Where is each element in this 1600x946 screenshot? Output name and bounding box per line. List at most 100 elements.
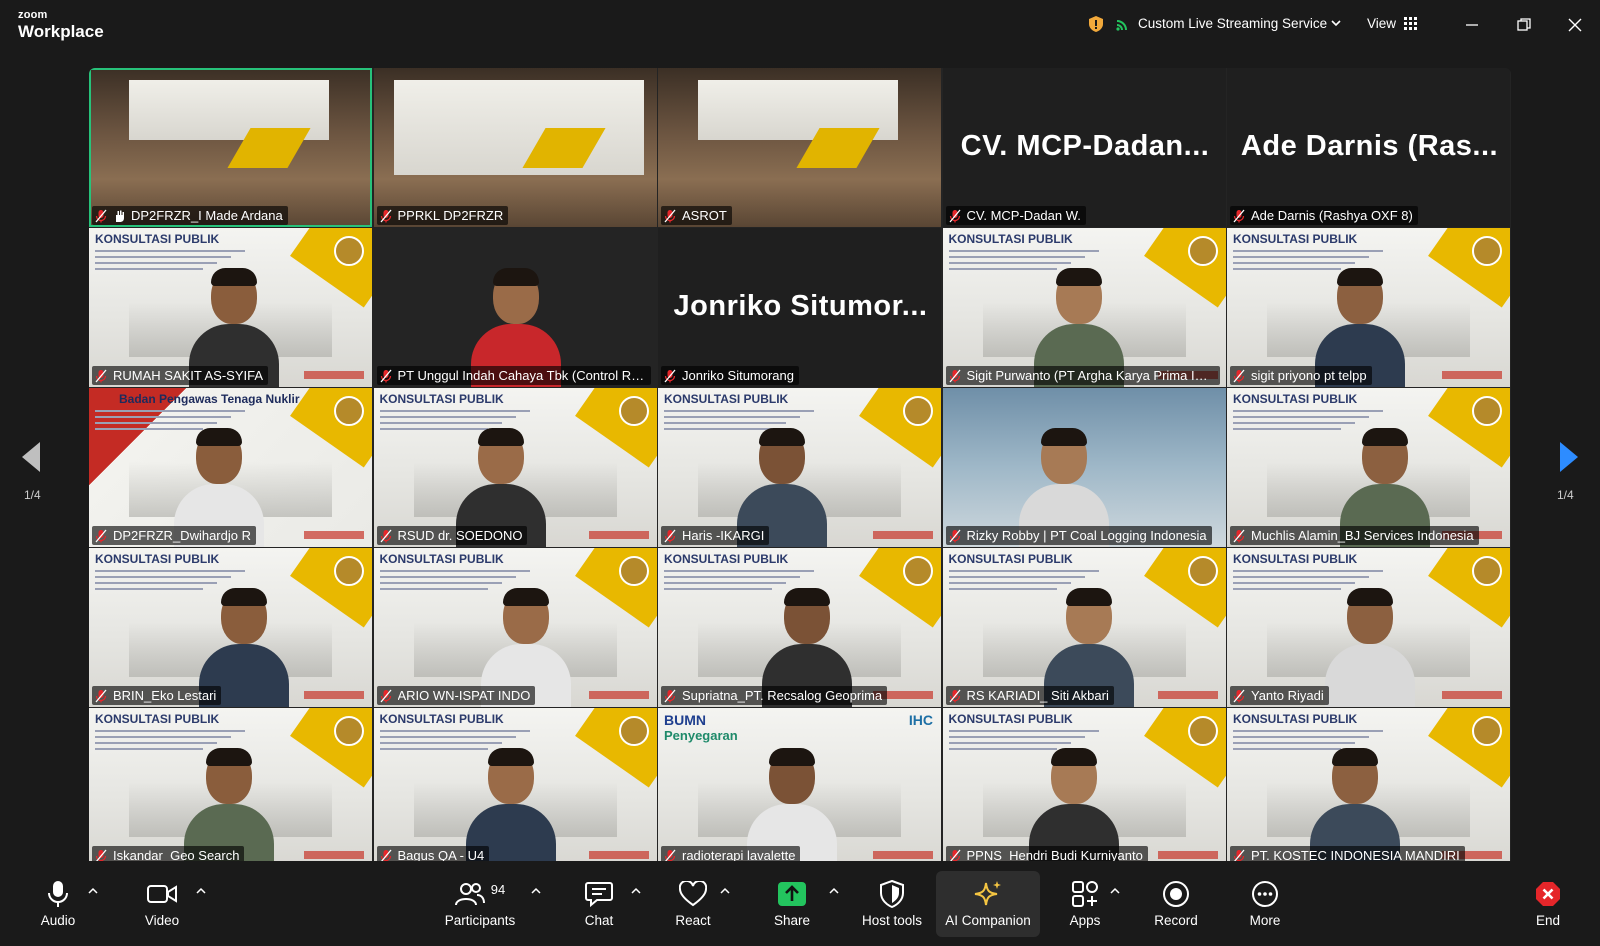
muted-microphone-icon (1233, 369, 1245, 382)
participant-tile[interactable]: KONSULTASI PUBLIK Supriatna_PT. Recsalog … (658, 548, 941, 707)
participant-tile[interactable]: KONSULTASI PUBLIK Yanto Riyadi (1227, 548, 1510, 707)
participant-name-tag: ARIO WN-ISPAT INDO (376, 686, 536, 705)
participant-tile[interactable]: KONSULTASI PUBLIK Haris -IKARGI (658, 388, 941, 547)
participant-tile[interactable]: Rizky Robby | PT Coal Logging Indonesia (942, 388, 1226, 547)
participant-tile[interactable]: KONSULTASI PUBLIK RS KARIADI_ Siti Akbari (942, 548, 1226, 707)
participant-tile[interactable]: KONSULTASI PUBLIK ARIO WN-ISPAT INDO (373, 548, 657, 707)
participant-tile[interactable]: Badan Pengawas Tenaga Nuklir DP2FRZR_Dwih… (89, 388, 372, 547)
logo-top: zoom (18, 9, 48, 21)
end-meeting-button[interactable]: End (1528, 861, 1568, 946)
emblem-icon (1187, 236, 1218, 266)
chevron-down-icon[interactable] (1331, 20, 1341, 27)
video-label: Video (144, 913, 180, 928)
participant-tile[interactable]: KONSULTASI PUBLIK PPNS_Hendri Budi Kurniy… (942, 708, 1226, 867)
slide-title: KONSULTASI PUBLIK (948, 232, 1073, 246)
slide-title: Badan Pengawas Tenaga Nuklir (119, 392, 300, 406)
ai-companion-button[interactable]: AI Companion (941, 861, 1035, 946)
slide-footer-logo (304, 371, 364, 379)
participant-name: RSUD dr. SOEDONO (397, 528, 523, 543)
meeting-toolbar: Audio Video 94 Participants Chat React S… (0, 861, 1600, 946)
slide-footer-logo (1157, 851, 1218, 859)
participant-name-tag: BRIN_Eko Lestari (92, 686, 222, 705)
live-stream-label[interactable]: Custom Live Streaming Service (1138, 16, 1327, 31)
slide-title: KONSULTASI PUBLIK (379, 712, 504, 726)
participant-tile[interactable]: KONSULTASI PUBLIK Muchlis Alamin_BJ Servi… (1227, 388, 1510, 547)
react-options-caret-icon[interactable] (720, 887, 730, 894)
share-options-caret-icon[interactable] (829, 887, 839, 894)
slide-text-line (379, 582, 502, 584)
minimize-button[interactable] (1460, 13, 1484, 37)
participant-tile[interactable]: BUMN Penyegaran IHC radioterapi lavalette (658, 708, 941, 867)
slide-footer-logo (304, 851, 364, 859)
audio-options-caret-icon[interactable] (88, 887, 98, 894)
participant-tile[interactable]: KONSULTASI PUBLIK sigit priyono pt telpp (1227, 228, 1510, 387)
previous-page-arrow-icon[interactable] (20, 440, 42, 474)
record-button[interactable]: Record (1151, 861, 1201, 946)
share-button[interactable]: Share (772, 861, 812, 946)
participant-name: Ade Darnis (Rashya OXF 8) (1251, 208, 1413, 223)
participants-options-caret-icon[interactable] (531, 887, 541, 894)
participants-button[interactable]: 94 Participants (440, 861, 520, 946)
video-button[interactable]: Video (140, 861, 184, 946)
slide-title: KONSULTASI PUBLIK (948, 712, 1073, 726)
emblem-icon (334, 396, 364, 426)
close-window-button[interactable] (1563, 13, 1587, 37)
apps-button[interactable]: Apps (1065, 861, 1105, 946)
slide-text-line (95, 570, 245, 572)
slide-text-line (95, 250, 245, 252)
participant-tile[interactable]: ASROT (658, 68, 941, 227)
audio-button[interactable]: Audio (38, 861, 78, 946)
apps-label: Apps (1069, 913, 1101, 928)
participant-tile[interactable]: Jonriko Situmor... Jonriko Situmorang (658, 228, 941, 387)
participant-name-tag: RSUD dr. SOEDONO (376, 526, 528, 545)
participant-tile[interactable]: PPRKL DP2FRZR (373, 68, 657, 227)
emblem-icon (618, 716, 649, 746)
view-button[interactable]: View (1367, 16, 1396, 31)
participant-tile[interactable]: KONSULTASI PUBLIK Sigit Purwanto (PT Argh… (942, 228, 1226, 387)
participant-name: ASROT (682, 208, 727, 223)
restore-button[interactable] (1512, 13, 1536, 37)
participant-tile[interactable]: KONSULTASI PUBLIK Bagus QA - U4 (373, 708, 657, 867)
participant-tile[interactable]: CV. MCP-Dadan... CV. MCP-Dadan W. (942, 68, 1226, 227)
participant-tile[interactable]: KONSULTASI PUBLIK RUMAH SAKIT AS-SYIFA (89, 228, 372, 387)
participant-tile[interactable]: KONSULTASI PUBLIK RSUD dr. SOEDONO (373, 388, 657, 547)
shield-icon[interactable] (1089, 16, 1103, 32)
participant-tile[interactable]: KONSULTASI PUBLIK BRIN_Eko Lestari (89, 548, 372, 707)
chat-icon (585, 882, 613, 907)
slide-title: KONSULTASI PUBLIK (1233, 232, 1358, 246)
slide-footer-logo (588, 851, 649, 859)
participant-tile[interactable]: KONSULTASI PUBLIK PT. KOSTEC INDONESIA MA… (1227, 708, 1510, 867)
chat-label: Chat (584, 913, 614, 928)
emblem-icon (334, 236, 364, 266)
slide-text-line (948, 588, 1057, 590)
more-button[interactable]: More (1245, 861, 1285, 946)
participant-name-tag: RS KARIADI_ Siti Akbari (945, 686, 1114, 705)
participant-tile[interactable]: DP2FRZR_I Made Ardana (89, 68, 372, 227)
participant-display-name: Jonriko Situmor... (673, 290, 928, 322)
muted-microphone-icon (949, 209, 960, 222)
participant-tile[interactable]: Ade Darnis (Ras... Ade Darnis (Rashya OXF… (1227, 68, 1510, 227)
react-button[interactable]: React (673, 861, 713, 946)
close-icon (1568, 18, 1582, 32)
title-bar: zoom Workplace Custom Live Streaming Ser… (0, 0, 1600, 50)
participant-tile[interactable]: KONSULTASI PUBLIK Iskandar_Geo Search (89, 708, 372, 867)
grid-icon[interactable] (1404, 17, 1417, 30)
chat-button[interactable]: Chat (581, 861, 617, 946)
participant-name-tag: Rizky Robby | PT Coal Logging Indonesia (945, 526, 1212, 545)
host-tools-button[interactable]: Host tools (856, 861, 928, 946)
slide-text-line (1233, 576, 1369, 578)
slide-text-line (948, 730, 1099, 732)
host-tools-label: Host tools (861, 913, 923, 928)
slide-text-line (664, 588, 772, 590)
slide-title: KONSULTASI PUBLIK (664, 392, 789, 406)
video-options-caret-icon[interactable] (196, 887, 206, 894)
slide-text-line (1233, 410, 1383, 412)
chat-options-caret-icon[interactable] (631, 887, 641, 894)
slide-text-line (948, 262, 1071, 264)
next-page-arrow-icon[interactable] (1558, 440, 1580, 474)
slide-text-line (379, 410, 530, 412)
participant-tile[interactable]: PT Unggul Indah Cahaya Tbk (Control Ro..… (374, 228, 657, 387)
slide-text-line (95, 582, 217, 584)
apps-options-caret-icon[interactable] (1110, 887, 1120, 894)
stream-icon[interactable] (1116, 17, 1130, 31)
